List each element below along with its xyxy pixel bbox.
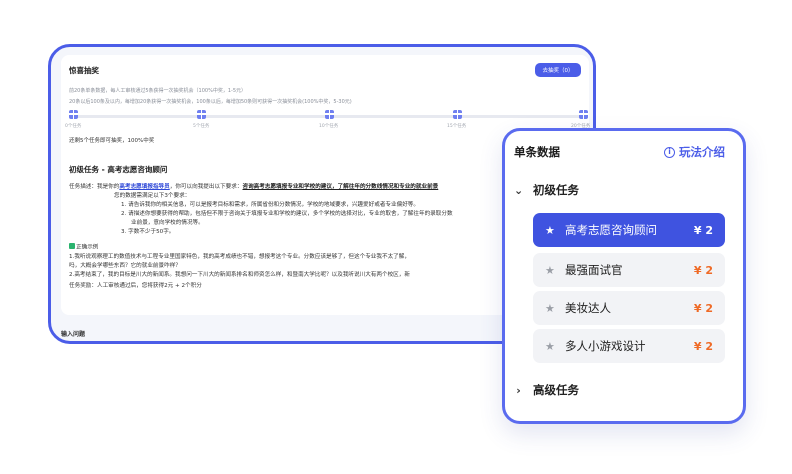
task-list-panel: 单条数据 i 玩法介绍 ⌄ 初级任务 ★ 高考志愿咨询顾问 ¥ 2 ★ 最强面试… <box>502 128 746 424</box>
task-title: 初级任务 - 高考志愿咨询顾问 <box>69 165 168 174</box>
task-desc-text: ，你可以向我提出以下要求： <box>169 184 243 190</box>
task-item-game-design[interactable]: ★ 多人小游戏设计 ¥ 2 <box>533 329 725 363</box>
rules-intro-link[interactable]: i 玩法介绍 <box>664 144 725 160</box>
draw-lottery-button[interactable]: 去抽奖（0） <box>535 63 581 77</box>
chevron-down-icon: ⌄ <box>514 183 524 197</box>
lottery-title: 惊喜抽奖 <box>69 66 99 75</box>
task-desc-highlight: 咨询高考志愿填报专业和学校的建议，了解往年的分数线情况和专业的就业前景 <box>242 184 439 190</box>
star-icon: ★ <box>545 263 555 277</box>
star-icon: ★ <box>545 301 555 315</box>
role-link[interactable]: 高考志愿填报指导员 <box>119 184 169 190</box>
task-desc-label: 任务描述： <box>69 184 97 190</box>
milestone-label: 5个任务 <box>193 124 210 129</box>
task-desc-text: 我是你的 <box>96 184 120 190</box>
task-item-beauty-expert[interactable]: ★ 美妆达人 ¥ 2 <box>533 291 725 325</box>
star-icon: ★ <box>545 223 555 237</box>
group-label: 初级任务 <box>533 183 579 197</box>
task-item-name: 最强面试官 <box>565 263 623 277</box>
task-item-name: 高考志愿咨询顾问 <box>565 223 657 237</box>
milestone-label: 0个任务 <box>65 124 82 129</box>
gift-icon <box>325 110 334 119</box>
task-item-interviewer[interactable]: ★ 最强面试官 ¥ 2 <box>533 253 725 287</box>
input-section-title: 输入问题 <box>61 331 86 338</box>
gift-icon <box>579 110 588 119</box>
task-item-price: ¥ 2 <box>693 301 713 315</box>
chevron-right-icon: › <box>516 383 521 397</box>
group-basic-tasks[interactable]: ⌄ 初级任务 <box>514 182 579 198</box>
task-item-price: ¥ 2 <box>693 339 713 353</box>
task-item-price: ¥ 2 <box>693 223 713 237</box>
lottery-rule-2: 20条以后100条及以内，每增加20条获得一次抽奖机会，100条以后，每增加50… <box>69 99 352 105</box>
info-icon: i <box>664 146 675 158</box>
task-item-price: ¥ 2 <box>693 263 713 277</box>
task-item-name: 美妆达人 <box>565 301 611 315</box>
rules-intro-label: 玩法介绍 <box>679 145 725 159</box>
lottery-rule-1: 前20条单条数据，每人工审核通过5条获得一次抽奖机会（100%中奖，1-5元） <box>69 88 247 94</box>
group-advanced-tasks[interactable]: › 高级任务 <box>514 382 579 398</box>
star-icon: ★ <box>545 339 555 353</box>
gift-icon <box>69 110 78 119</box>
task-item-name: 多人小游戏设计 <box>565 339 646 353</box>
milestone-label: 15个任务 <box>447 124 467 129</box>
panel-title: 单条数据 <box>514 145 560 159</box>
gift-icon <box>453 110 462 119</box>
milestone-label: 10个任务 <box>319 124 339 129</box>
gift-icon <box>197 110 206 119</box>
lottery-remaining-text: 还剩5个任务即可抽奖，100%中奖 <box>69 138 155 144</box>
group-label: 高级任务 <box>533 383 579 397</box>
check-icon <box>69 243 75 249</box>
example-title: 正确示例 <box>76 244 99 251</box>
task-item-gaokao-advisor[interactable]: ★ 高考志愿咨询顾问 ¥ 2 <box>533 213 725 247</box>
